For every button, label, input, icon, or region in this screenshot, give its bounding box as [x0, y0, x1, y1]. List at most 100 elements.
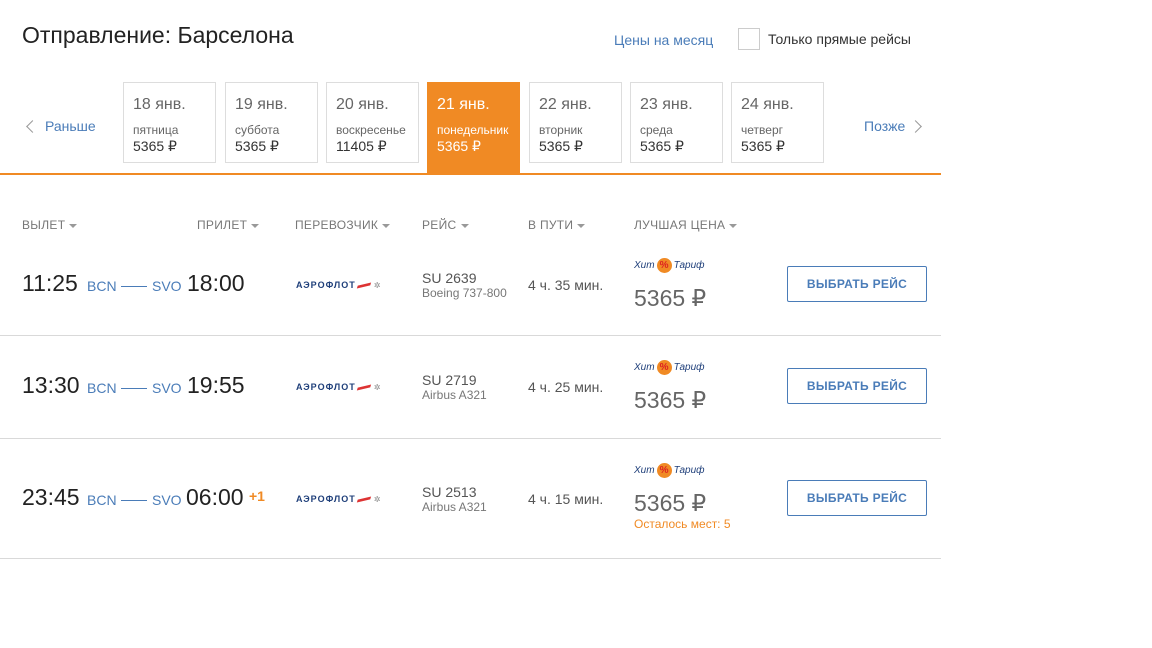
wing-icon	[356, 495, 371, 503]
flight-duration: 4 ч. 35 мин.	[528, 277, 604, 293]
hit-tariff-badge: Хит% Тариф	[634, 360, 705, 375]
arrival-time: 18:00	[187, 270, 245, 296]
date-card-day: вторник	[539, 123, 583, 137]
flight-row: 11:25 BCN SVO 18:00 АЭРОФЛОТ ✲ SU 2639 Bo…	[0, 235, 941, 336]
select-flight-button[interactable]: ВЫБРАТЬ РЕЙС	[787, 368, 927, 404]
date-card-date: 24 янв.	[741, 96, 794, 113]
date-card[interactable]: 24 янв. четверг 5365 ₽	[731, 82, 824, 163]
tariff-left: Хит	[634, 465, 655, 476]
flight-price: 5365 ₽	[634, 490, 707, 516]
date-card-selected[interactable]: 21 янв. понедельник 5365 ₽	[427, 82, 520, 174]
logo-text: АЭРОФЛОТ	[296, 382, 356, 392]
caret-down-icon	[460, 223, 469, 228]
direct-flights-label[interactable]: Только прямые рейсы	[768, 31, 911, 47]
percent-icon: %	[656, 258, 672, 273]
select-flight-button[interactable]: ВЫБРАТЬ РЕЙС	[787, 480, 927, 516]
caret-down-icon	[69, 223, 78, 228]
hit-tariff-badge: Хит% Тариф	[634, 258, 705, 273]
date-card-date: 20 янв.	[336, 96, 389, 113]
tariff-right: Тариф	[673, 465, 705, 476]
date-divider	[0, 173, 941, 175]
sort-arrival[interactable]: ПРИЛЕТ	[197, 218, 260, 232]
departure-time: 13:30	[22, 372, 80, 398]
aircraft-type: Airbus A321	[422, 500, 487, 514]
date-card-price: 11405 ₽	[336, 138, 387, 154]
date-card[interactable]: 20 янв. воскресенье 11405 ₽	[326, 82, 419, 163]
column-header-label: ПЕРЕВОЗЧИК	[295, 218, 379, 232]
direct-flights-checkbox[interactable]	[738, 28, 760, 50]
tariff-right: Тариф	[673, 362, 705, 373]
earlier-label: Раньше	[45, 118, 96, 134]
tariff-left: Хит	[634, 260, 655, 271]
date-card-day: понедельник	[437, 123, 509, 137]
column-header-label: ПРИЛЕТ	[197, 218, 248, 232]
route-line	[121, 500, 147, 501]
sort-flight[interactable]: РЕЙС	[422, 218, 469, 232]
column-header-label: РЕЙС	[422, 218, 457, 232]
page-title: Отправление: Барселона	[22, 22, 294, 48]
arrival-time: 19:55	[187, 372, 245, 398]
date-card[interactable]: 18 янв. пятница 5365 ₽	[123, 82, 216, 163]
date-card-date: 21 янв.	[437, 96, 490, 113]
departure-airport: BCN	[87, 380, 117, 396]
date-card-date: 22 янв.	[539, 96, 592, 113]
caret-down-icon	[251, 223, 260, 228]
caret-down-icon	[577, 223, 586, 228]
date-card-date: 23 янв.	[640, 96, 693, 113]
caret-down-icon	[729, 223, 738, 228]
date-card-price: 5365 ₽	[437, 138, 481, 154]
date-card-date: 18 янв.	[133, 96, 186, 113]
flight-duration: 4 ч. 25 мин.	[528, 379, 604, 395]
tariff-left: Хит	[634, 362, 655, 373]
arrival-time: 06:00	[186, 484, 244, 510]
date-card-day: пятница	[133, 123, 179, 137]
month-prices-link[interactable]: Цены на месяц	[614, 32, 713, 48]
later-label: Позже	[864, 118, 906, 134]
date-card[interactable]: 19 янв. суббота 5365 ₽	[225, 82, 318, 163]
skyteam-icon: ✲	[373, 382, 382, 392]
wing-icon	[356, 281, 371, 289]
percent-icon: %	[656, 463, 672, 478]
aeroflot-logo: АЭРОФЛОТ ✲	[296, 494, 381, 504]
date-card-price: 5365 ₽	[133, 138, 177, 154]
date-card-price: 5365 ₽	[539, 138, 583, 154]
skyteam-icon: ✲	[373, 280, 382, 290]
flight-price: 5365 ₽	[634, 387, 707, 413]
sort-best-price[interactable]: ЛУЧШАЯ ЦЕНА	[634, 218, 738, 232]
date-card-day: воскресенье	[336, 123, 406, 137]
date-card[interactable]: 23 янв. среда 5365 ₽	[630, 82, 723, 163]
logo-text: АЭРОФЛОТ	[296, 494, 356, 504]
aircraft-type: Boeing 737-800	[422, 286, 507, 300]
sort-departure[interactable]: ВЫЛЕТ	[22, 218, 78, 232]
date-card[interactable]: 22 янв. вторник 5365 ₽	[529, 82, 622, 163]
aeroflot-logo: АЭРОФЛОТ ✲	[296, 382, 381, 392]
flight-price: 5365 ₽	[634, 285, 707, 311]
date-card-price: 5365 ₽	[741, 138, 785, 154]
earlier-dates-button[interactable]: Раньше	[24, 118, 96, 134]
arrival-airport: SVO	[152, 380, 182, 396]
route-line	[121, 286, 147, 287]
flight-duration: 4 ч. 15 мин.	[528, 491, 604, 507]
arrival-airport: SVO	[152, 492, 182, 508]
departure-time: 11:25	[22, 270, 78, 296]
column-header-label: В ПУТИ	[528, 218, 574, 232]
logo-text: АЭРОФЛОТ	[296, 280, 356, 290]
skyteam-icon: ✲	[373, 494, 382, 504]
later-dates-button[interactable]: Позже	[864, 118, 923, 134]
sort-carrier[interactable]: ПЕРЕВОЗЧИК	[295, 218, 391, 232]
date-card-day: среда	[640, 123, 673, 137]
route-line	[121, 388, 147, 389]
flight-row: 13:30 BCN SVO 19:55 АЭРОФЛОТ ✲ SU 2719 Ai…	[0, 336, 941, 439]
departure-airport: BCN	[87, 492, 117, 508]
chevron-right-icon	[909, 119, 923, 133]
aeroflot-logo: АЭРОФЛОТ ✲	[296, 280, 381, 290]
select-flight-button[interactable]: ВЫБРАТЬ РЕЙС	[787, 266, 927, 302]
date-card-day: четверг	[741, 123, 783, 137]
flight-row: 23:45 BCN SVO 06:00 +1 АЭРОФЛОТ ✲ SU 2513…	[0, 439, 941, 559]
date-card-price: 5365 ₽	[235, 138, 279, 154]
arrival-airport: SVO	[152, 278, 182, 294]
sort-duration[interactable]: В ПУТИ	[528, 218, 586, 232]
percent-icon: %	[656, 360, 672, 375]
departure-airport: BCN	[87, 278, 117, 294]
caret-down-icon	[382, 223, 391, 228]
